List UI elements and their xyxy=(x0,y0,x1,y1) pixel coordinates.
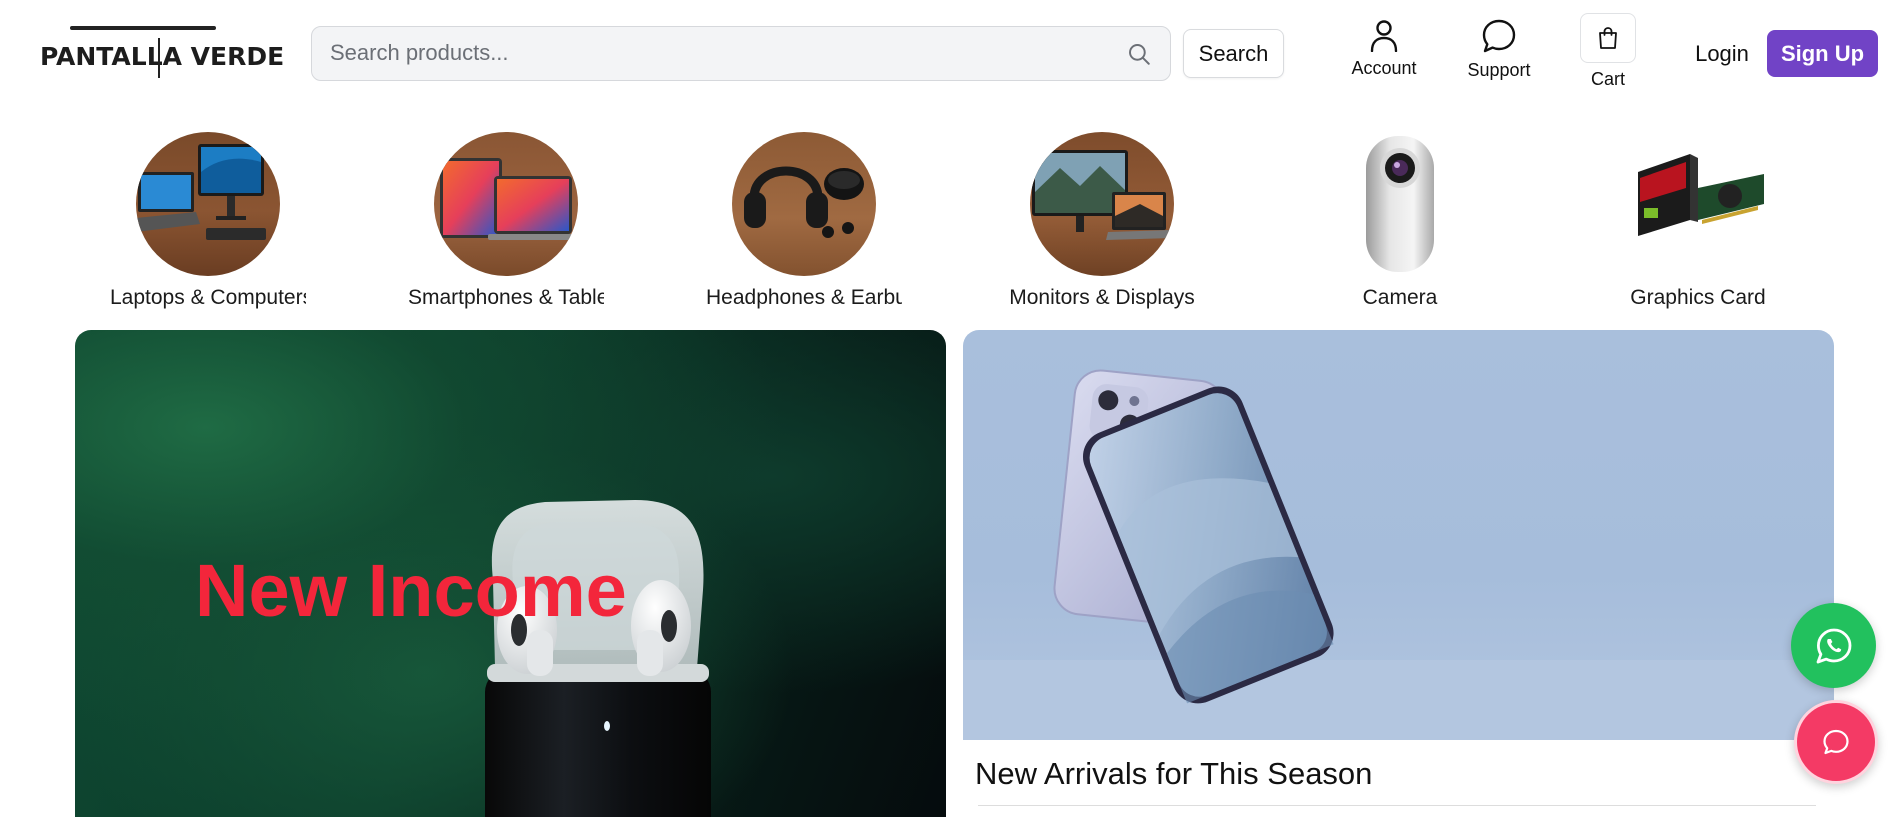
shopping-bag-icon xyxy=(1599,27,1617,49)
support-label: Support xyxy=(1467,60,1531,80)
banner-title: New Income xyxy=(195,549,627,632)
category-label: Graphics Card xyxy=(1630,286,1766,309)
nav-cart[interactable]: Cart xyxy=(1572,13,1644,90)
smartphone-image xyxy=(963,369,1834,740)
category-label: Smartphones & Tablets xyxy=(408,286,604,309)
category-smartphones[interactable]: Smartphones & Tablets xyxy=(396,130,616,310)
search-bar xyxy=(311,26,1171,81)
whatsapp-icon xyxy=(1816,628,1851,663)
signup-button[interactable]: Sign Up xyxy=(1767,30,1878,77)
category-strip: Laptops & Computers Smartphones & Tablet… xyxy=(0,130,1900,320)
brand-logo[interactable]: PANTALLA VERDE xyxy=(40,26,284,78)
new-arrivals-title: New Arrivals for This Season xyxy=(975,756,1373,791)
category-graphics-card[interactable]: Graphics Card xyxy=(1588,130,1808,310)
category-image-graphics-card xyxy=(1626,132,1770,276)
category-label: Camera xyxy=(1362,286,1438,309)
category-headphones[interactable]: Headphones & Earbuds xyxy=(694,130,914,310)
logo-bar xyxy=(70,26,216,30)
account-label: Account xyxy=(1351,58,1417,78)
search-icon[interactable] xyxy=(1126,41,1152,67)
search-input[interactable] xyxy=(330,27,1110,79)
search-button[interactable]: Search xyxy=(1183,29,1284,78)
nav-account[interactable]: Account xyxy=(1345,18,1423,79)
cart-label: Cart xyxy=(1590,69,1625,89)
category-image-smartphones xyxy=(434,132,578,276)
chat-bubble-icon xyxy=(1823,729,1849,755)
cart-button[interactable] xyxy=(1580,13,1636,63)
category-image-camera xyxy=(1328,132,1472,276)
logo-separator xyxy=(158,38,160,78)
promo-banner-left[interactable]: New Income xyxy=(75,330,946,817)
category-image-monitors xyxy=(1030,132,1174,276)
category-label: Monitors & Displays xyxy=(1009,286,1195,309)
category-image-laptops xyxy=(136,132,280,276)
user-icon xyxy=(1370,20,1398,52)
divider xyxy=(978,805,1816,806)
category-label: Headphones & Earbuds xyxy=(706,286,902,309)
category-laptops[interactable]: Laptops & Computers xyxy=(98,130,318,310)
chat-bubble-icon xyxy=(1482,19,1516,53)
category-monitors[interactable]: Monitors & Displays xyxy=(992,130,1212,310)
category-label: Laptops & Computers xyxy=(110,286,306,309)
category-image-headphones xyxy=(732,132,876,276)
chat-button[interactable] xyxy=(1794,700,1878,784)
login-button[interactable]: Login xyxy=(1672,30,1772,78)
category-camera[interactable]: Camera xyxy=(1290,130,1510,310)
whatsapp-button[interactable] xyxy=(1791,603,1876,688)
nav-support[interactable]: Support xyxy=(1460,18,1538,81)
header: PANTALLA VERDE Search Account Support Ca… xyxy=(0,0,1900,110)
promo-banner-right[interactable] xyxy=(963,330,1834,740)
logo-text: PANTALLA VERDE xyxy=(40,42,285,71)
